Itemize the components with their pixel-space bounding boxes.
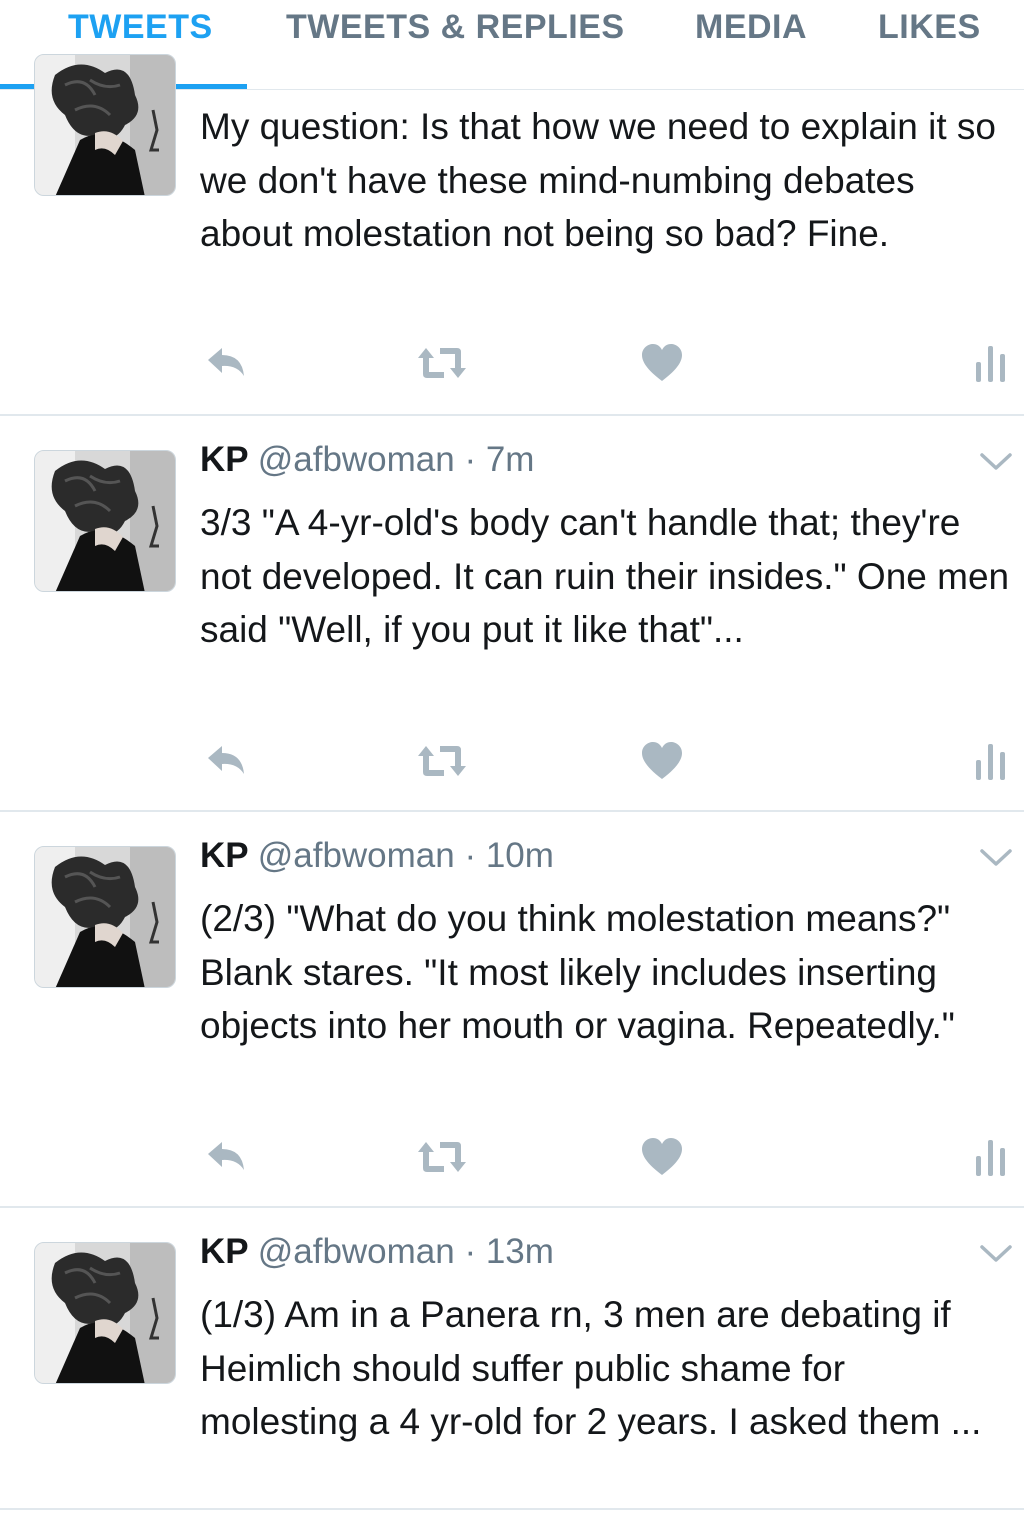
analytics-icon[interactable] — [974, 1134, 1008, 1180]
analytics-icon[interactable] — [974, 340, 1008, 386]
author-name[interactable]: KP — [200, 836, 258, 875]
tweet[interactable]: KP @afbwoman · 10m (2/3) "What do you th… — [0, 812, 1024, 1208]
avatar[interactable] — [34, 450, 176, 592]
tweet-header: KP @afbwoman · 10m — [200, 836, 554, 876]
separator-dot: · — [454, 440, 486, 479]
reply-icon[interactable] — [202, 1134, 248, 1180]
tab-tweets[interactable]: TWEETS — [68, 8, 213, 47]
avatar[interactable] — [34, 1242, 176, 1384]
avatar[interactable] — [34, 54, 176, 196]
tweet-text: My question: Is that how we need to expl… — [200, 106, 996, 254]
separator-dot: · — [454, 1232, 486, 1271]
tweet-text: (2/3) "What do you think molestation mea… — [200, 898, 955, 1046]
author-name[interactable]: KP — [200, 440, 258, 479]
chevron-down-icon[interactable] — [978, 842, 1014, 872]
tweet-actions — [200, 1134, 1020, 1184]
heart-icon[interactable] — [640, 340, 684, 386]
tweet[interactable]: KP @afbwoman · 13m (1/3) Am in a Panera … — [0, 1208, 1024, 1510]
chevron-down-icon[interactable] — [978, 1238, 1014, 1268]
author-handle[interactable]: @afbwoman — [258, 440, 455, 479]
tab-media[interactable]: MEDIA — [695, 8, 807, 47]
tweet[interactable]: My question: Is that how we need to expl… — [0, 54, 1024, 416]
timestamp[interactable]: 7m — [486, 440, 535, 479]
tweet-actions — [200, 738, 1020, 788]
heart-icon[interactable] — [640, 1134, 684, 1180]
tab-likes[interactable]: LIKES — [878, 8, 981, 47]
reply-icon[interactable] — [202, 738, 248, 784]
retweet-icon[interactable] — [414, 340, 470, 386]
separator-dot: · — [454, 836, 486, 875]
author-handle[interactable]: @afbwoman — [258, 836, 455, 875]
reply-icon[interactable] — [202, 340, 248, 386]
chevron-down-icon[interactable] — [978, 446, 1014, 476]
analytics-icon[interactable] — [974, 738, 1008, 784]
tweet-header: KP @afbwoman · 13m — [200, 1232, 554, 1272]
avatar[interactable] — [34, 846, 176, 988]
retweet-icon[interactable] — [414, 1134, 470, 1180]
author-name[interactable]: KP — [200, 1232, 258, 1271]
tweet-header: KP @afbwoman · 7m — [200, 440, 534, 480]
tweet-text: (1/3) Am in a Panera rn, 3 men are debat… — [200, 1294, 982, 1442]
tweet[interactable]: KP @afbwoman · 7m 3/3 "A 4-yr-old's body… — [0, 416, 1024, 812]
retweet-icon[interactable] — [414, 738, 470, 784]
timestamp[interactable]: 13m — [486, 1232, 554, 1271]
heart-icon[interactable] — [640, 738, 684, 784]
timestamp[interactable]: 10m — [486, 836, 554, 875]
tweet-actions — [200, 340, 1020, 390]
tweet-text: 3/3 "A 4-yr-old's body can't handle that… — [200, 502, 1010, 650]
author-handle[interactable]: @afbwoman — [258, 1232, 455, 1271]
tab-tweets-and-replies[interactable]: TWEETS & REPLIES — [286, 8, 625, 47]
